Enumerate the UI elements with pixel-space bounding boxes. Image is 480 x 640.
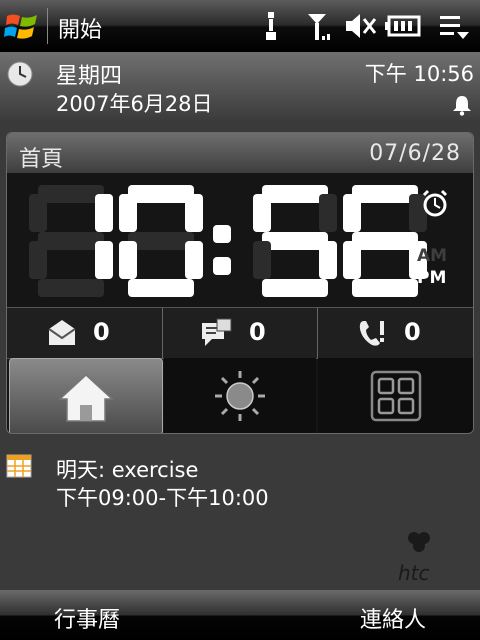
widget-date: 07/6/28 [369,141,461,166]
clock-icon [7,61,33,87]
widget-header: 首頁 07/6/28 [7,133,473,173]
svg-text:htc: htc [398,561,430,584]
digit-segment [352,279,418,297]
appointment-title: 明天: exercise [56,458,199,482]
digit-segment [343,194,361,232]
digit-segment [262,232,328,250]
digit-segment [128,185,194,203]
htc-home-widget: 首頁 07/6/28 AM PM 0 0 0 [6,132,474,434]
tab-weather[interactable] [164,358,316,433]
digit-segment [262,185,328,203]
speaker-muted-icon[interactable] [344,8,378,44]
tab-launcher[interactable] [318,358,473,433]
email-count: 0 [93,318,110,346]
digit-segment [409,194,427,232]
softkey-bar: 行事曆 連絡人 [0,590,480,640]
sms-counter[interactable]: 0 [163,308,317,358]
tab-home[interactable] [9,358,163,433]
widget-tab-bar [7,358,473,433]
today-clock-bar[interactable]: 星期四 2007年6月28日 下午 10:56 [0,52,480,122]
digit-segment [253,194,271,232]
digit-segment [128,279,194,297]
pm-indicator: PM [417,268,446,288]
appointment-time: 下午09:00-下午10:00 [56,486,269,510]
digit-segment [185,194,203,232]
alarm-clock-icon [422,189,448,217]
email-icon [48,320,76,345]
upcoming-appointment[interactable]: 明天: exercise 下午09:00-下午10:00 [0,446,480,516]
data-connection-icon[interactable] [262,8,280,44]
digit-segment [38,232,104,250]
clock-digit [29,185,113,297]
digit-segment [29,194,47,232]
am-indicator: AM [417,246,447,266]
htc-logo: htc [398,532,430,584]
clock-colon [213,257,231,275]
ok-menu-icon[interactable] [438,8,470,44]
missed-call-counter[interactable]: 0 [318,308,473,358]
launcher-grid-icon [370,370,421,421]
digital-clock[interactable]: AM PM [7,173,473,307]
digit-segment [343,241,361,279]
clock-digit [119,185,203,297]
digit-segment [262,279,328,297]
digit-segment [185,241,203,279]
alarm-bell-icon [453,96,471,116]
digit-segment [38,279,104,297]
digit-segment [29,241,47,279]
digit-segment [352,185,418,203]
battery-icon[interactable] [385,8,421,44]
digit-segment [38,185,104,203]
missed-call-count: 0 [404,318,421,346]
digit-segment [95,241,113,279]
digit-segment [352,232,418,250]
digit-segment [119,194,137,232]
calendar-icon [6,454,32,478]
missed-call-icon [359,321,384,346]
digit-segment [253,241,271,279]
weather-sun-icon [215,370,265,421]
digit-segment [95,194,113,232]
softkey-contacts[interactable]: 連絡人 [360,602,426,634]
digit-segment [319,194,337,232]
notification-counters: 0 0 0 [7,307,473,359]
email-counter[interactable]: 0 [7,308,161,358]
softkey-calendar[interactable]: 行事曆 [54,602,120,634]
time-label: 下午 10:56 [364,62,474,86]
digit-segment [119,241,137,279]
date-label: 2007年6月28日 [56,92,213,116]
digit-segment [128,232,194,250]
title-bar: 開始 [0,0,480,53]
home-icon [58,373,114,422]
home-tab-label: 首頁 [19,147,64,172]
start-menu-label[interactable]: 開始 [58,12,102,44]
signal-icon[interactable] [306,8,334,44]
clock-digit [253,185,337,297]
weekday-label: 星期四 [56,64,123,89]
clock-colon [213,225,231,243]
sms-icon [202,318,232,346]
start-flag-icon[interactable] [4,10,40,44]
clock-digit [343,185,427,297]
title-separator [47,8,48,44]
digit-segment [319,241,337,279]
sms-count: 0 [249,318,266,346]
